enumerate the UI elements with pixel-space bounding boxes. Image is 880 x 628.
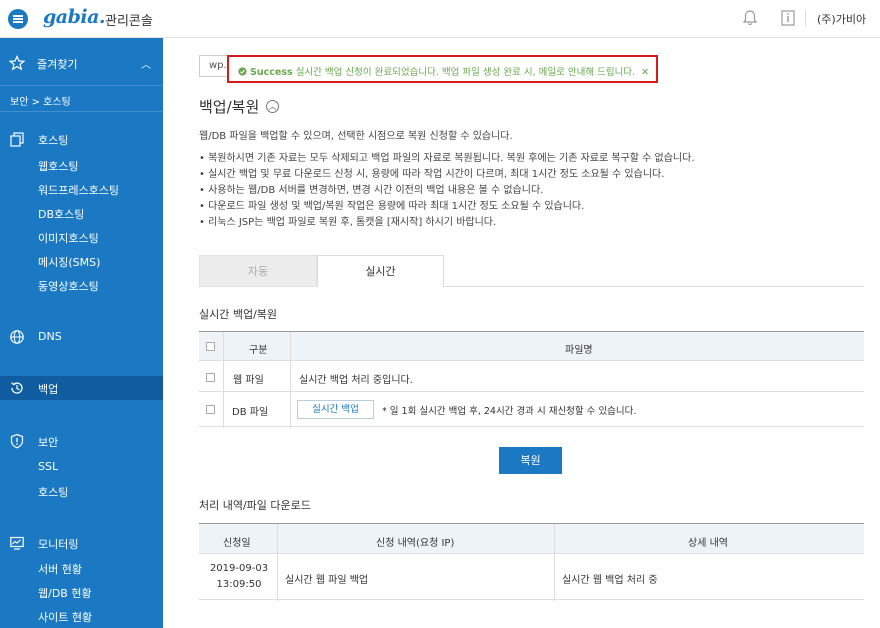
column-header-type: 구분 (249, 345, 268, 356)
globe-icon (10, 330, 24, 344)
sidebar-item-web-db-status[interactable]: 웹/DB 현황 (38, 585, 92, 601)
history-table: 신청일 신청 내역(요청 IP) 상세 내역 2019-09-03 13:09:… (199, 523, 864, 601)
table-header (199, 332, 864, 361)
star-icon (9, 55, 25, 71)
realtime-backup-button[interactable]: 실시간 백업 (297, 400, 374, 419)
sidebar-section-label: DNS (38, 330, 62, 343)
sidebar-item-site-status[interactable]: 사이트 현황 (38, 609, 92, 625)
gabia-logo[interactable]: gabia. (43, 6, 106, 28)
sidebar-section-backup[interactable]: 백업 (0, 376, 163, 400)
row-type: 웹 파일 (233, 375, 264, 386)
row-checkbox[interactable] (206, 373, 215, 382)
main-content: wp.g Success 실시간 백업 신청이 완료되었습니다. 백업 파일 생… (163, 38, 880, 628)
sidebar-section-label: 모니터링 (38, 538, 79, 551)
realtime-section-title: 실시간 백업/복원 (199, 308, 278, 321)
sidebar-section-hosting[interactable]: 호스팅 (0, 128, 163, 150)
shield-icon (10, 433, 24, 449)
menu-icon[interactable] (8, 9, 28, 29)
close-icon[interactable]: ✕ (641, 67, 649, 78)
check-circle-icon (238, 67, 247, 76)
chevron-up-icon[interactable]: ︿ (266, 100, 279, 113)
row-status: 실시간 백업 처리 중입니다. (299, 375, 413, 386)
sidebar: 즐겨찾기 ︿ 보안 > 호스팅 호스팅 웹호스팅 워드프레스호스팅 DB호스팅 … (0, 38, 163, 628)
sidebar-item-video-hosting[interactable]: 동영상호스팅 (38, 278, 99, 294)
sidebar-item-web-hosting[interactable]: 웹호스팅 (38, 158, 78, 174)
sidebar-section-label: 백업 (38, 383, 59, 396)
sidebar-section-label: 호스팅 (38, 134, 69, 147)
sidebar-item-security-hosting[interactable]: 호스팅 (38, 484, 68, 500)
success-alert: Success 실시간 백업 신청이 완료되었습니다. 백업 파일 생성 완료 … (227, 55, 658, 83)
restore-button[interactable]: 복원 (499, 447, 562, 474)
notice-item: 실시간 백업 및 무료 다운로드 신청 시, 용량에 따라 작업 시간이 다르며… (199, 165, 695, 181)
column-header-request: 신청 내역(요청 IP) (376, 538, 455, 549)
console-title: 관리콘솔 (105, 14, 153, 29)
row-checkbox[interactable] (206, 405, 215, 414)
sidebar-item-image-hosting[interactable]: 이미지호스팅 (38, 230, 99, 246)
divider (277, 524, 278, 601)
notice-item: 복원하시면 기존 자료는 모두 삭제되고 백업 파일의 자료로 복원됩니다. 복… (199, 149, 694, 165)
sidebar-item-messaging[interactable]: 메시징(SMS) (38, 254, 100, 270)
row-request: 실시간 웹 파일 백업 (285, 575, 369, 586)
sidebar-favorites[interactable]: 즐겨찾기 ︿ (0, 51, 163, 75)
notice-item: 사용하는 웹/DB 서버를 변경하면, 변경 시간 이전의 백업 내용은 볼 수… (199, 181, 695, 197)
notice-list: 복원하시면 기존 자료는 모두 삭제되고 백업 파일의 자료로 복원됩니다. 복… (199, 149, 695, 229)
sidebar-section-dns[interactable]: DNS (0, 326, 163, 348)
sidebar-section-label: 보안 (38, 436, 59, 449)
breadcrumb: 보안 > 호스팅 (0, 85, 163, 112)
divider (805, 10, 806, 26)
notice-item: 다운로드 파일 생성 및 백업/복원 작업은 용량에 따라 최대 1시간 정도 … (199, 197, 695, 213)
sidebar-item-ssl[interactable]: SSL (38, 460, 58, 473)
copy-icon (10, 132, 24, 147)
alert-status: Success (250, 67, 293, 78)
sidebar-item-server-status[interactable]: 서버 현황 (38, 561, 82, 577)
divider (290, 332, 291, 428)
column-header-detail: 상세 내역 (688, 538, 728, 549)
monitor-icon (10, 536, 24, 550)
table-header (199, 524, 864, 554)
bell-icon[interactable] (741, 9, 759, 27)
sidebar-section-monitoring[interactable]: 모니터링 (0, 532, 163, 554)
divider (223, 332, 224, 428)
column-header-filename: 파일명 (565, 345, 593, 356)
tab-realtime[interactable]: 실시간 (317, 255, 444, 287)
sidebar-section-security[interactable]: 보안 (0, 430, 163, 452)
row-note: * 일 1회 실시간 백업 후, 24시간 경과 시 재신청할 수 있습니다. (382, 406, 637, 417)
history-section-title: 처리 내역/파일 다운로드 (199, 499, 311, 512)
page-description: 웹/DB 파일을 백업할 수 있으며, 선택한 시점으로 복원 신청할 수 있습… (199, 131, 513, 142)
row-type: DB 파일 (232, 407, 269, 418)
select-all-checkbox[interactable] (206, 342, 215, 351)
row-detail: 실시간 웹 백업 처리 중 (562, 575, 658, 586)
row-date: 2019-09-03 (209, 563, 269, 574)
info-icon[interactable] (779, 9, 797, 27)
tab-auto[interactable]: 자동 (199, 255, 317, 287)
page-title: 백업/복원 (199, 98, 260, 116)
column-header-date: 신청일 (223, 538, 251, 549)
backup-table: 구분 파일명 웹 파일 실시간 백업 처리 중입니다. DB 파일 실시간 백업… (199, 331, 864, 428)
divider (444, 286, 864, 287)
history-icon (11, 382, 23, 394)
user-menu[interactable]: (주)가비아 (817, 11, 866, 27)
row-time: 13:09:50 (216, 579, 262, 590)
divider (554, 524, 555, 601)
notice-item: 리눅스 JSP는 백업 파일로 복원 후, 톰캣을 [재시작] 하시기 바랍니다… (199, 213, 695, 229)
sidebar-favorites-label: 즐겨찾기 (37, 58, 78, 71)
sidebar-item-wordpress-hosting[interactable]: 워드프레스호스팅 (38, 182, 119, 198)
breadcrumb-text: 보안 > 호스팅 (10, 97, 71, 108)
divider (199, 391, 864, 392)
top-bar: gabia. 관리콘솔 (주)가비아 (0, 0, 880, 38)
alert-message: 실시간 백업 신청이 완료되었습니다. 백업 파일 생성 완료 시, 메일로 안… (295, 67, 636, 78)
chevron-up-icon[interactable]: ︿ (141, 56, 151, 71)
sidebar-item-db-hosting[interactable]: DB호스팅 (38, 206, 84, 222)
